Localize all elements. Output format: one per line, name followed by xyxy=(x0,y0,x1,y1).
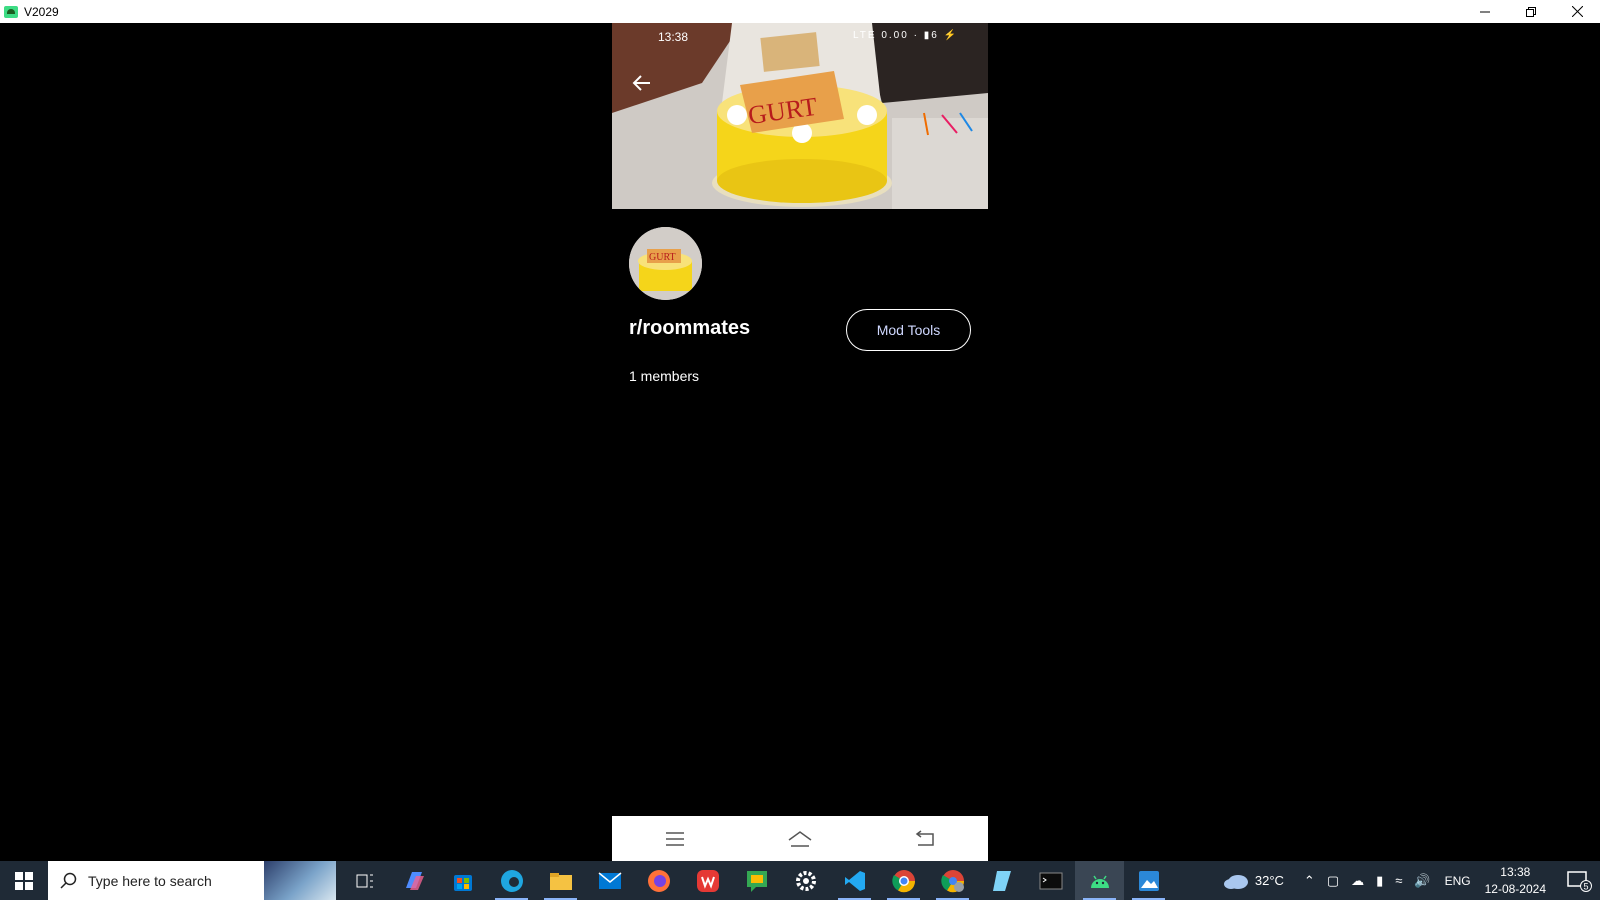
notification-icon: 5 xyxy=(1567,870,1592,892)
mod-tools-button[interactable]: Mod Tools xyxy=(846,309,971,351)
mail-icon xyxy=(598,871,621,889)
wps-icon xyxy=(696,869,719,892)
firefox-icon xyxy=(647,869,670,892)
notification-count: 5 xyxy=(1584,881,1589,891)
terminal-app[interactable] xyxy=(1026,861,1075,900)
close-button[interactable] xyxy=(1554,0,1600,23)
chevron-up-icon[interactable]: ⌃ xyxy=(1304,873,1315,889)
community-name: r/roommates xyxy=(629,317,751,339)
photos-icon xyxy=(1138,870,1159,891)
notepad-icon xyxy=(992,870,1011,891)
community-avatar: GURT xyxy=(629,227,702,300)
phone-screen: GURT 13:38 LTE 0.00 · ▮6 ⚡ GURT r/roomma… xyxy=(612,23,988,861)
restore-button[interactable] xyxy=(1508,0,1554,23)
copilot-icon xyxy=(405,871,424,890)
volume-icon[interactable]: 🔊 xyxy=(1414,873,1430,889)
back-button[interactable] xyxy=(905,824,945,854)
chat-icon xyxy=(746,870,767,892)
task-view-button[interactable] xyxy=(340,861,389,900)
battery-icon[interactable]: ▮ xyxy=(1376,873,1383,889)
home-button[interactable] xyxy=(780,824,820,854)
microsoft-store-app[interactable] xyxy=(438,861,487,900)
file-explorer-app[interactable] xyxy=(536,861,585,900)
wifi-icon[interactable]: ≈ xyxy=(1395,873,1402,888)
weather-widget[interactable]: 32°C xyxy=(1223,872,1284,890)
taskbar-clock[interactable]: 13:38 12-08-2024 xyxy=(1485,864,1546,898)
language-indicator[interactable]: ENG xyxy=(1445,874,1471,888)
status-time: 13:38 xyxy=(658,30,689,44)
back-arrow-icon[interactable] xyxy=(630,71,654,95)
mail-app[interactable] xyxy=(585,861,634,900)
edge-app[interactable] xyxy=(487,861,536,900)
community-banner-image: GURT 13:38 LTE 0.00 · ▮6 ⚡ xyxy=(612,23,988,209)
search-icon xyxy=(60,872,77,889)
task-view-icon xyxy=(356,874,373,887)
notepad-app[interactable] xyxy=(977,861,1026,900)
taskbar-pinned-apps xyxy=(340,861,1173,900)
recents-button[interactable] xyxy=(655,824,695,854)
close-icon xyxy=(1571,6,1583,17)
system-tray: 32°C ⌃ ▢ ☁ ▮ ≈ 🔊 ENG 13:38 12-08-2024 5 xyxy=(1223,861,1600,900)
firefox-app[interactable] xyxy=(634,861,683,900)
cloud-icon xyxy=(1223,874,1248,889)
vscode-icon xyxy=(844,870,865,891)
minimize-icon xyxy=(1480,11,1490,12)
notification-center-button[interactable]: 5 xyxy=(1560,861,1600,900)
terminal-icon xyxy=(1039,872,1062,889)
back-icon xyxy=(916,829,935,846)
cake-photo: GURT xyxy=(612,23,988,209)
onedrive-cloud-icon[interactable]: ☁ xyxy=(1351,873,1364,889)
window-titlebar: V2029 xyxy=(0,0,1600,23)
minimize-button[interactable] xyxy=(1462,0,1508,23)
windows-logo-icon xyxy=(15,871,33,890)
members-count: 1 members xyxy=(629,368,700,384)
chrome-profile-icon xyxy=(940,869,964,892)
chrome-profile-app[interactable] xyxy=(928,861,977,900)
store-icon xyxy=(453,874,472,891)
copilot-app[interactable] xyxy=(389,861,438,900)
android-emulator-app[interactable] xyxy=(1075,861,1124,900)
folder-icon xyxy=(549,872,572,890)
gear-icon xyxy=(795,870,816,891)
chrome-app[interactable] xyxy=(879,861,928,900)
chat-app[interactable] xyxy=(732,861,781,900)
settings-app[interactable] xyxy=(781,861,830,900)
home-icon xyxy=(788,830,812,847)
restore-icon xyxy=(1526,6,1536,17)
windows-taskbar: Type here to search 32°C ⌃ ▢ ☁ ▮ ≈ 🔊 ENG… xyxy=(0,861,1600,900)
edge-icon xyxy=(500,869,523,892)
svg-text:GURT: GURT xyxy=(649,252,676,263)
weather-temperature: 32°C xyxy=(1254,873,1284,888)
clock-date: 12-08-2024 xyxy=(1484,881,1546,896)
photos-app[interactable] xyxy=(1124,861,1173,900)
window-controls xyxy=(1462,0,1600,23)
menu-lines-icon xyxy=(665,831,684,846)
start-button[interactable] xyxy=(0,861,48,900)
android-app-icon xyxy=(4,5,18,18)
android-status-bar: 13:38 LTE 0.00 · ▮6 ⚡ xyxy=(612,29,988,45)
meet-now-icon[interactable]: ▢ xyxy=(1327,873,1339,889)
vscode-app[interactable] xyxy=(830,861,879,900)
taskbar-search[interactable]: Type here to search xyxy=(48,861,336,900)
search-placeholder: Type here to search xyxy=(88,872,212,889)
search-highlight-image xyxy=(264,861,336,900)
android-nav-bar xyxy=(612,816,988,861)
clock-time: 13:38 xyxy=(1500,864,1531,879)
window-title: V2029 xyxy=(24,4,59,19)
chrome-icon xyxy=(891,869,915,892)
android-icon xyxy=(1090,875,1109,888)
status-icons: LTE 0.00 · ▮6 ⚡ xyxy=(852,30,958,41)
wps-app[interactable] xyxy=(683,861,732,900)
